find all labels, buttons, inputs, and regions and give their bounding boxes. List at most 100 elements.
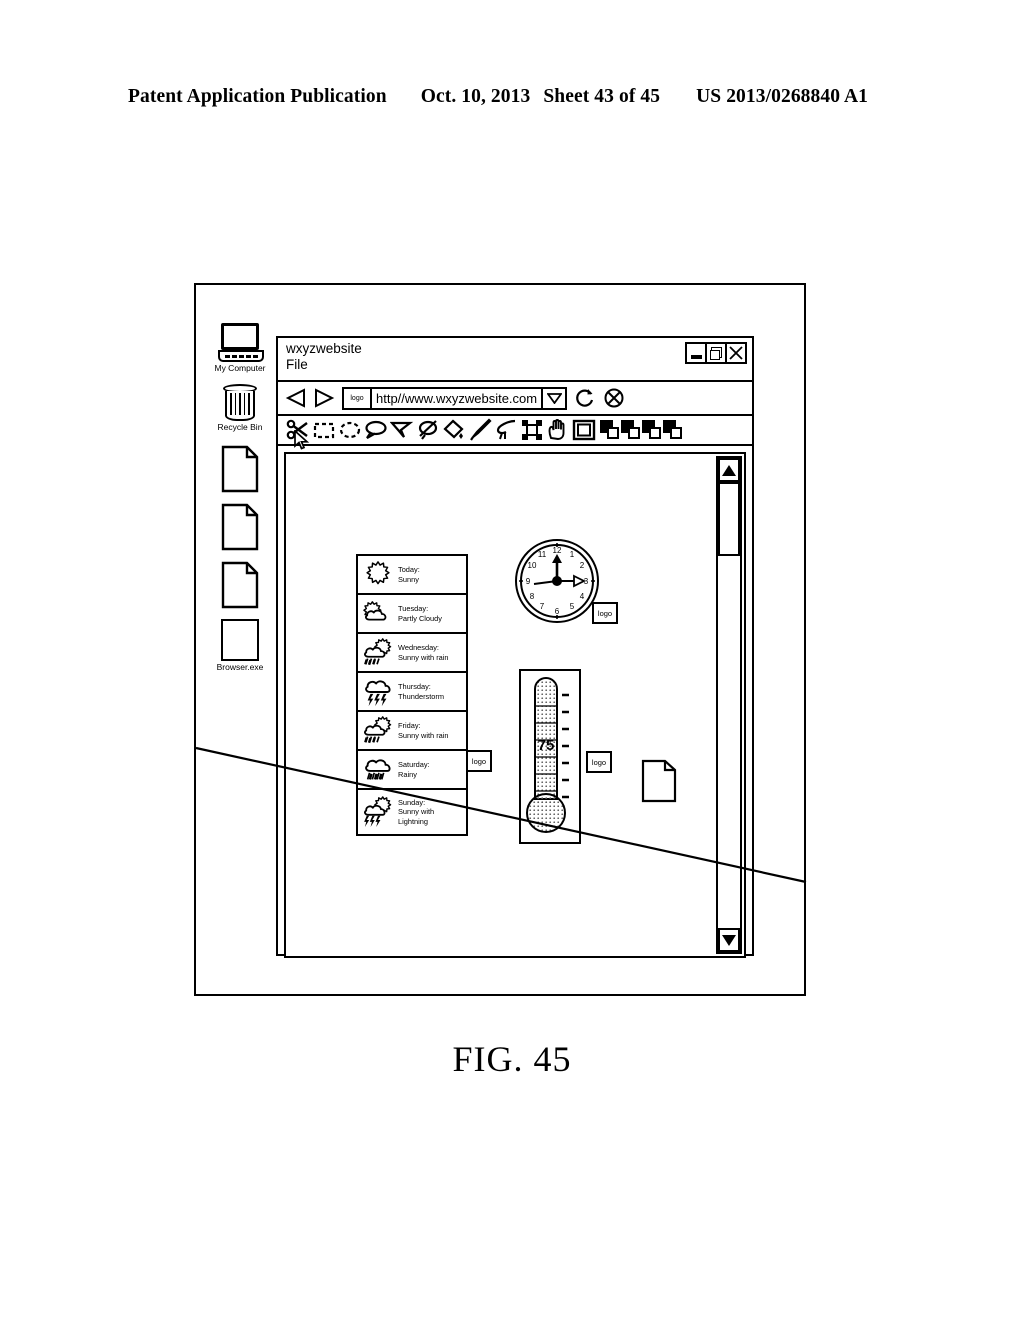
weather-day: Saturday:	[398, 760, 430, 770]
forward-icon[interactable]	[312, 387, 336, 409]
document-icon	[204, 503, 276, 551]
title-bar: wxyzwebsite File	[278, 338, 752, 382]
weather-text: Today: Sunny	[396, 565, 420, 584]
sun-icon	[360, 560, 396, 590]
magic-wand-icon[interactable]	[416, 418, 440, 442]
tool-bar	[278, 416, 752, 450]
polygon-lasso-icon[interactable]	[390, 418, 414, 442]
weather-condition: Rainy	[398, 769, 417, 779]
weather-condition: Partly Cloudy	[398, 613, 442, 623]
thermometer-reading: 75	[538, 737, 555, 754]
rectangle-select-icon[interactable]	[312, 418, 336, 442]
mouse-pointer-icon	[294, 429, 310, 452]
weather-text: Sunday: Sunny with Lightning	[396, 798, 464, 826]
crop-icon[interactable]	[520, 418, 544, 442]
weather-day: Today:	[398, 565, 420, 575]
weather-row: Friday: Sunny with rain	[358, 712, 466, 751]
svg-text:5: 5	[570, 602, 575, 611]
address-bar[interactable]: logo http//www.wxyzwebsite.com	[342, 386, 568, 410]
svg-text:7: 7	[540, 602, 545, 611]
color-swatch-group[interactable]	[600, 420, 683, 440]
document-icon[interactable]	[641, 759, 677, 803]
weather-condition: Thunderstorm	[398, 691, 445, 701]
menu-item-file[interactable]: File	[286, 357, 748, 373]
svg-text:4: 4	[580, 592, 585, 601]
scroll-thumb[interactable]	[718, 482, 740, 556]
sun-cloud-rain-icon	[360, 715, 396, 747]
weather-row: Sunday: Sunny with Lightning	[358, 790, 466, 834]
thermometer-widget: 75	[519, 669, 581, 844]
clock-widget: 12 1 2 3 4 5 6 7 8 9 10 11	[514, 538, 600, 624]
window-title: wxyzwebsite	[286, 341, 362, 356]
weather-condition: Sunny with rain	[398, 730, 449, 740]
sun-cloud-lightning-icon	[360, 795, 396, 829]
patent-number: US 2013/0268840 A1	[696, 86, 868, 107]
minimize-button[interactable]	[685, 342, 707, 364]
hand-icon[interactable]	[546, 418, 570, 442]
refresh-icon[interactable]	[574, 387, 596, 409]
desktop-icon-document-2[interactable]	[204, 503, 276, 551]
stop-icon[interactable]	[603, 387, 625, 409]
publication-date: Oct. 10, 2013	[420, 86, 531, 107]
desktop-icon-recycle-bin[interactable]: Recycle Bin	[204, 384, 276, 433]
desktop-icon-browser-exe[interactable]: Browser.exe	[204, 619, 276, 673]
publication-label: Patent Application Publication	[128, 86, 387, 107]
window-controls	[685, 342, 747, 364]
weather-row: Today: Sunny	[358, 556, 466, 595]
weather-text: Tuesday: Partly Cloudy	[396, 604, 442, 623]
close-button[interactable]	[725, 342, 747, 364]
paint-bucket-icon[interactable]	[442, 418, 466, 442]
frame-icon[interactable]	[572, 418, 596, 442]
svg-text:11: 11	[538, 550, 547, 559]
desktop-icon-document-3[interactable]	[204, 561, 276, 609]
eyedropper-icon[interactable]	[494, 418, 518, 442]
back-icon[interactable]	[284, 387, 308, 409]
svg-text:12: 12	[553, 546, 562, 555]
computer-icon	[204, 323, 276, 362]
weather-row: Saturday: Rainy	[358, 751, 466, 790]
weather-text: Saturday: Rainy	[396, 760, 430, 779]
color-swatch[interactable]	[600, 420, 620, 440]
desktop-icon-document-1[interactable]	[204, 445, 276, 493]
vertical-scrollbar[interactable]	[716, 456, 742, 954]
cloud-lightning-icon	[360, 676, 396, 708]
weather-row: Wednesday: Sunny with rain	[358, 634, 466, 673]
desktop-icon-label: My Computer	[214, 363, 266, 373]
weather-row: Thursday: Thunderstorm	[358, 673, 466, 712]
svg-text:6: 6	[555, 607, 560, 616]
svg-text:10: 10	[528, 561, 537, 570]
application-icon	[204, 619, 276, 661]
weather-condition: Sunny	[398, 574, 419, 584]
ellipse-select-icon[interactable]	[338, 418, 362, 442]
figure-caption: FIG. 45	[452, 1039, 572, 1079]
weather-day: Sunday:	[398, 797, 426, 807]
thermometer-logo: logo	[586, 751, 612, 773]
desktop-icon-my-computer[interactable]: My Computer	[204, 323, 276, 374]
desktop-icon-label: Browser.exe	[216, 662, 264, 672]
navigation-bar: logo http//www.wxyzwebsite.com	[278, 382, 752, 416]
maximize-button[interactable]	[705, 342, 727, 364]
brush-icon[interactable]	[468, 418, 492, 442]
browser-window: wxyzwebsite File logo http//www.wxyzwebs…	[276, 336, 754, 958]
desktop-icon-column: My Computer Recycle Bin Browser.exe	[204, 323, 276, 682]
svg-text:9: 9	[526, 577, 531, 586]
document-icon	[204, 445, 276, 493]
chevron-down-icon[interactable]	[541, 388, 565, 408]
weather-text: Thursday: Thunderstorm	[396, 682, 444, 701]
weather-day: Wednesday:	[398, 643, 439, 653]
color-swatch[interactable]	[621, 420, 641, 440]
desktop-icon-label: Recycle Bin	[217, 422, 263, 432]
speech-lasso-icon[interactable]	[364, 418, 388, 442]
color-swatch[interactable]	[642, 420, 662, 440]
url-input[interactable]: http//www.wxyzwebsite.com	[372, 389, 541, 408]
scroll-up-arrow[interactable]	[718, 458, 740, 482]
weather-widget: Today: Sunny Tuesday: Partly Cloudy Wedn…	[356, 554, 468, 836]
page-viewport: Today: Sunny Tuesday: Partly Cloudy Wedn…	[284, 452, 746, 958]
weather-day: Friday:	[398, 721, 421, 731]
scroll-down-arrow[interactable]	[718, 928, 740, 952]
patent-page-header: Patent Application Publication Oct. 10, …	[128, 86, 896, 108]
color-swatch[interactable]	[663, 420, 683, 440]
weather-row: Tuesday: Partly Cloudy	[358, 595, 466, 634]
weather-condition: Sunny with Lightning	[398, 807, 435, 826]
weather-day: Thursday:	[398, 682, 431, 692]
